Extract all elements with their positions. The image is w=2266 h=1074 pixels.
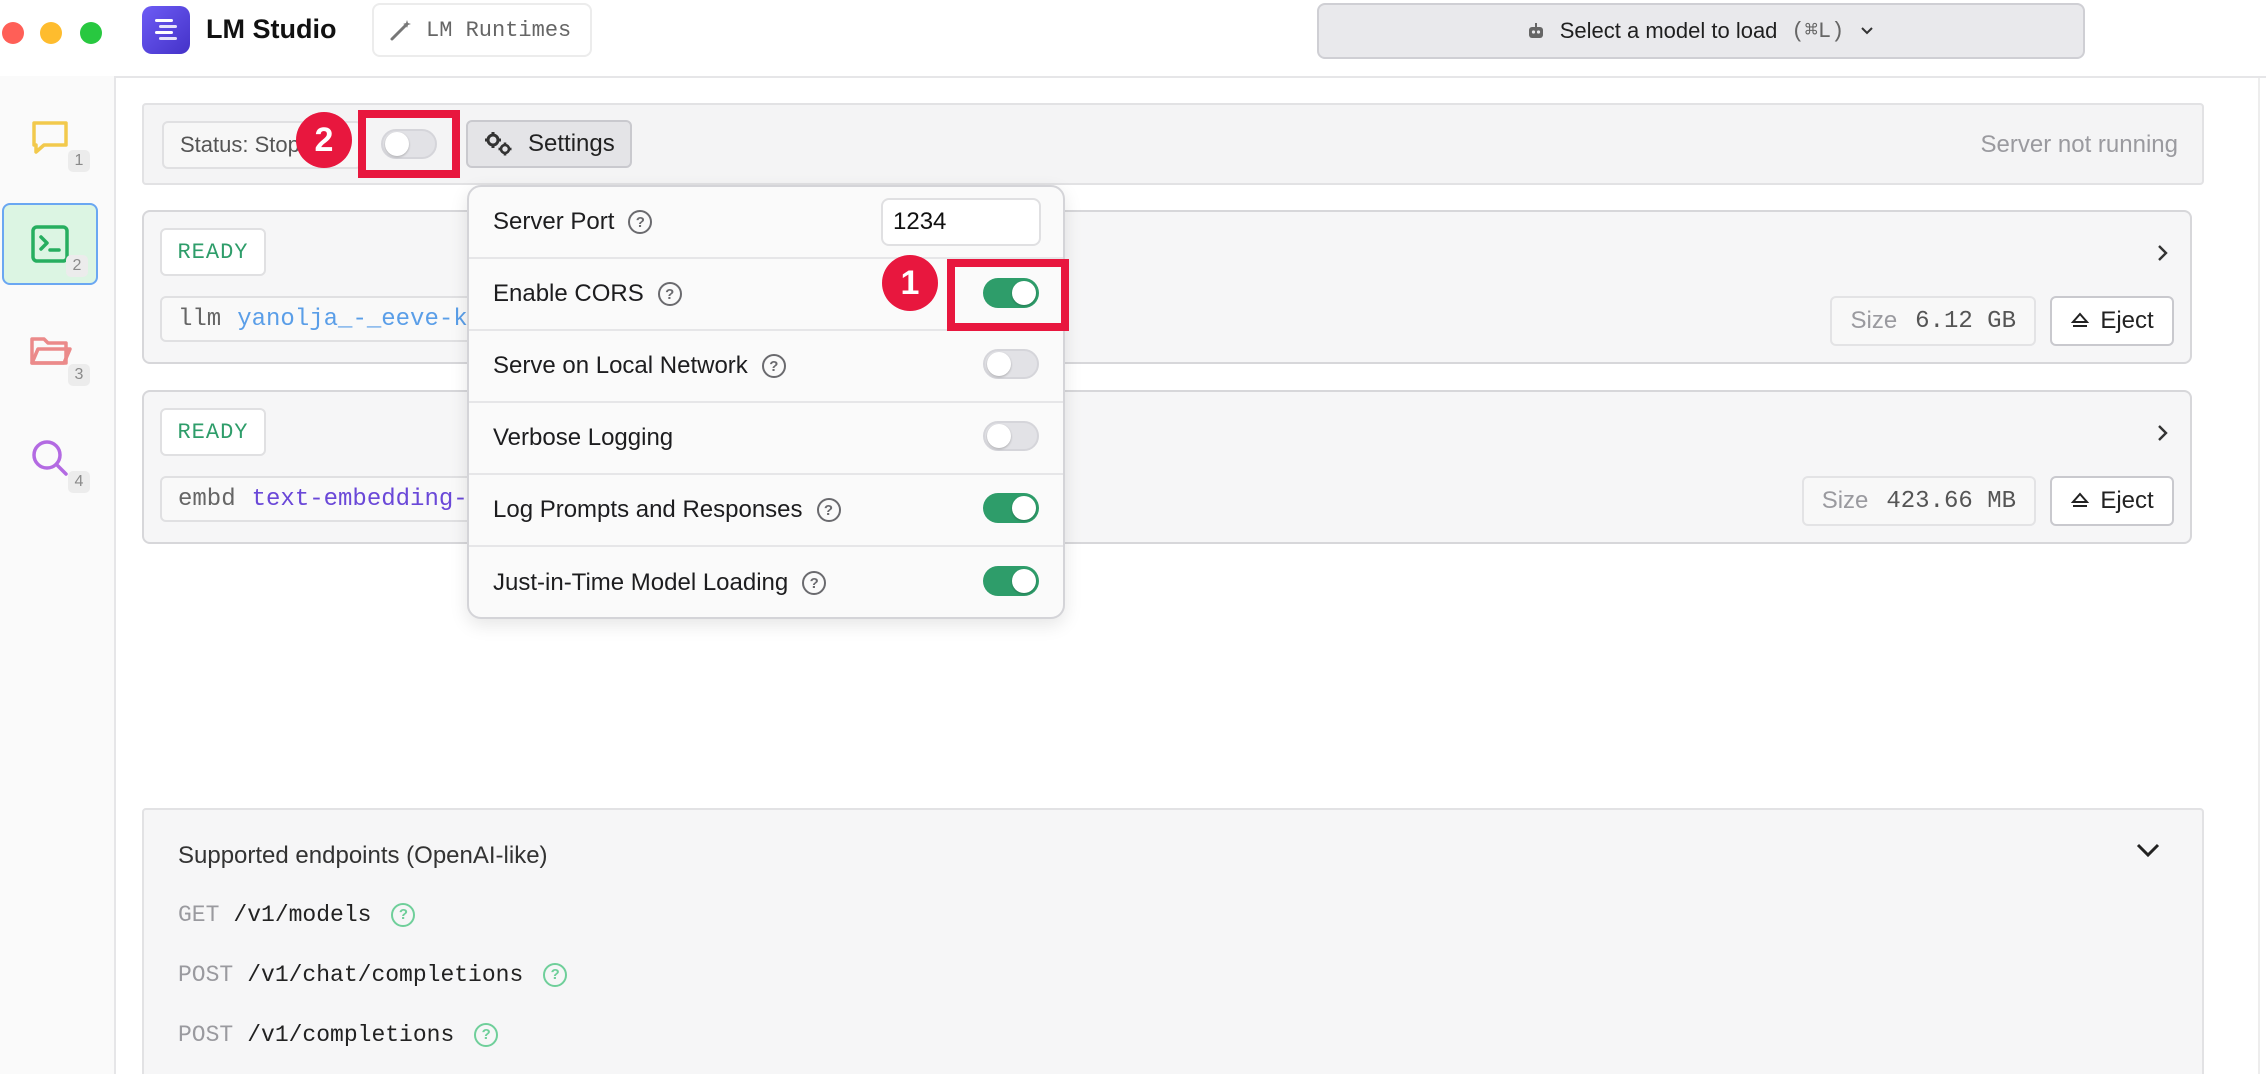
sidebar-item-discover[interactable]: 4 bbox=[2, 417, 98, 499]
endpoint-row: GET /v1/models ? bbox=[178, 902, 416, 928]
eject-icon bbox=[2071, 312, 2090, 327]
endpoint-path: /v1/models bbox=[233, 902, 372, 928]
logo-icon bbox=[155, 19, 177, 40]
model-select-shortcut: (⌘L) bbox=[1791, 19, 1845, 44]
help-icon[interactable]: ? bbox=[816, 498, 841, 522]
annotation-badge-2: 2 bbox=[296, 112, 352, 168]
endpoint-path: /v1/chat/completions bbox=[247, 962, 524, 988]
model-size: Size 6.12 GB bbox=[1830, 296, 2036, 346]
verbose-logging-toggle[interactable] bbox=[983, 421, 1039, 451]
help-icon[interactable]: ? bbox=[628, 210, 653, 234]
collapse-chevron-icon[interactable] bbox=[2134, 840, 2162, 865]
endpoint-path: /v1/completions bbox=[247, 1022, 455, 1048]
annotation-badge-1: 1 bbox=[882, 255, 938, 311]
chevron-down-icon bbox=[1861, 27, 1873, 35]
help-icon[interactable]: ? bbox=[761, 354, 786, 378]
endpoint-row: POST /v1/completions ? bbox=[178, 1022, 499, 1048]
annotation-highlight-1 bbox=[947, 259, 1069, 331]
setting-serve-local-network: Serve on Local Network ? bbox=[469, 331, 1063, 403]
setting-label: Just-in-Time Model Loading bbox=[493, 569, 789, 596]
model-status-badge: READY bbox=[160, 408, 266, 456]
model-size: Size 423.66 MB bbox=[1801, 476, 2036, 526]
serve-local-network-toggle[interactable] bbox=[983, 349, 1039, 379]
model-select-dropdown[interactable]: Select a model to load (⌘L) bbox=[1317, 3, 2085, 59]
setting-log-prompts: Log Prompts and Responses ? bbox=[469, 475, 1063, 547]
app-logo bbox=[142, 6, 190, 54]
help-icon[interactable]: ? bbox=[802, 571, 827, 595]
setting-jit-loading: Just-in-Time Model Loading ? bbox=[469, 547, 1063, 619]
sidebar-item-developer[interactable]: 2 bbox=[2, 203, 98, 285]
endpoint-row: POST /v1/chat/completions ? bbox=[178, 962, 568, 988]
model-size-label: Size bbox=[1850, 307, 1898, 334]
eject-button[interactable]: Eject bbox=[2050, 476, 2174, 526]
help-icon[interactable]: ? bbox=[474, 1023, 499, 1047]
app-title: LM Studio bbox=[206, 14, 337, 44]
minimize-window-button[interactable] bbox=[40, 22, 62, 44]
loaded-model-card[interactable]: READY llm yanolja_-_eeve-korean-instruct… bbox=[142, 210, 2192, 364]
model-type: embd bbox=[178, 485, 236, 513]
settings-button-label: Settings bbox=[528, 130, 615, 157]
sidebar-badge: 4 bbox=[68, 471, 90, 493]
sidebar-badge: 2 bbox=[66, 255, 88, 277]
scrollbar[interactable] bbox=[2258, 78, 2260, 1074]
help-icon[interactable]: ? bbox=[657, 282, 682, 306]
setting-label: Server Port bbox=[493, 208, 615, 235]
header-divider bbox=[116, 76, 2266, 78]
eject-label: Eject bbox=[2100, 487, 2154, 514]
close-window-button[interactable] bbox=[2, 22, 24, 44]
model-status-badge: READY bbox=[160, 228, 266, 276]
model-size-value: 423.66 MB bbox=[1886, 487, 2016, 515]
log-prompts-toggle[interactable] bbox=[983, 493, 1039, 523]
lm-runtimes-button[interactable]: LM Runtimes bbox=[372, 3, 592, 57]
server-start-toggle[interactable] bbox=[381, 129, 437, 159]
chevron-right-icon[interactable] bbox=[2154, 240, 2172, 271]
robot-icon bbox=[1528, 23, 1543, 38]
server-status-text: Server not running bbox=[1980, 131, 2178, 158]
setting-server-port: Server Port ? bbox=[469, 187, 1063, 259]
help-icon[interactable]: ? bbox=[543, 963, 568, 987]
folder-icon bbox=[30, 337, 72, 365]
help-icon[interactable]: ? bbox=[391, 903, 416, 927]
magic-wand-icon bbox=[390, 20, 411, 41]
setting-label: Log Prompts and Responses bbox=[493, 496, 803, 523]
search-icon bbox=[32, 440, 68, 476]
sidebar-item-chat[interactable]: 1 bbox=[2, 96, 98, 178]
eject-label: Eject bbox=[2100, 307, 2154, 334]
eject-icon bbox=[2071, 492, 2090, 507]
maximize-window-button[interactable] bbox=[80, 22, 102, 44]
gears-icon bbox=[485, 132, 512, 156]
endpoint-method: POST bbox=[178, 1022, 234, 1048]
model-select-label: Select a model to load bbox=[1559, 18, 1778, 43]
model-size-label: Size bbox=[1821, 487, 1869, 514]
server-settings-popover: Server Port ? Enable CORS ? Serve on Loc… bbox=[467, 185, 1065, 619]
lm-runtimes-label: LM Runtimes bbox=[426, 17, 572, 43]
setting-label: Serve on Local Network bbox=[493, 352, 748, 379]
eject-button[interactable]: Eject bbox=[2050, 296, 2174, 346]
chat-icon bbox=[32, 121, 68, 154]
server-port-input[interactable] bbox=[881, 198, 1041, 246]
model-size-value: 6.12 GB bbox=[1915, 307, 2016, 335]
settings-button[interactable]: Settings bbox=[466, 120, 632, 168]
jit-loading-toggle[interactable] bbox=[983, 566, 1039, 596]
endpoints-title: Supported endpoints (OpenAI-like) bbox=[178, 842, 548, 869]
sidebar-badge: 1 bbox=[68, 150, 90, 172]
sidebar-badge: 3 bbox=[68, 364, 90, 386]
sidebar-item-models[interactable]: 3 bbox=[2, 310, 98, 392]
chevron-right-icon[interactable] bbox=[2154, 420, 2172, 451]
endpoint-method: POST bbox=[178, 962, 234, 988]
endpoint-method: GET bbox=[178, 902, 220, 928]
supported-endpoints-panel: Supported endpoints (OpenAI-like) GET /v… bbox=[142, 808, 2204, 1074]
setting-label: Verbose Logging bbox=[493, 424, 674, 451]
setting-label: Enable CORS bbox=[493, 280, 644, 307]
loaded-model-card[interactable]: READY embd text-embedding-nomic-embed-te… bbox=[142, 390, 2192, 544]
setting-verbose-logging: Verbose Logging bbox=[469, 403, 1063, 475]
model-type: llm bbox=[178, 305, 222, 333]
